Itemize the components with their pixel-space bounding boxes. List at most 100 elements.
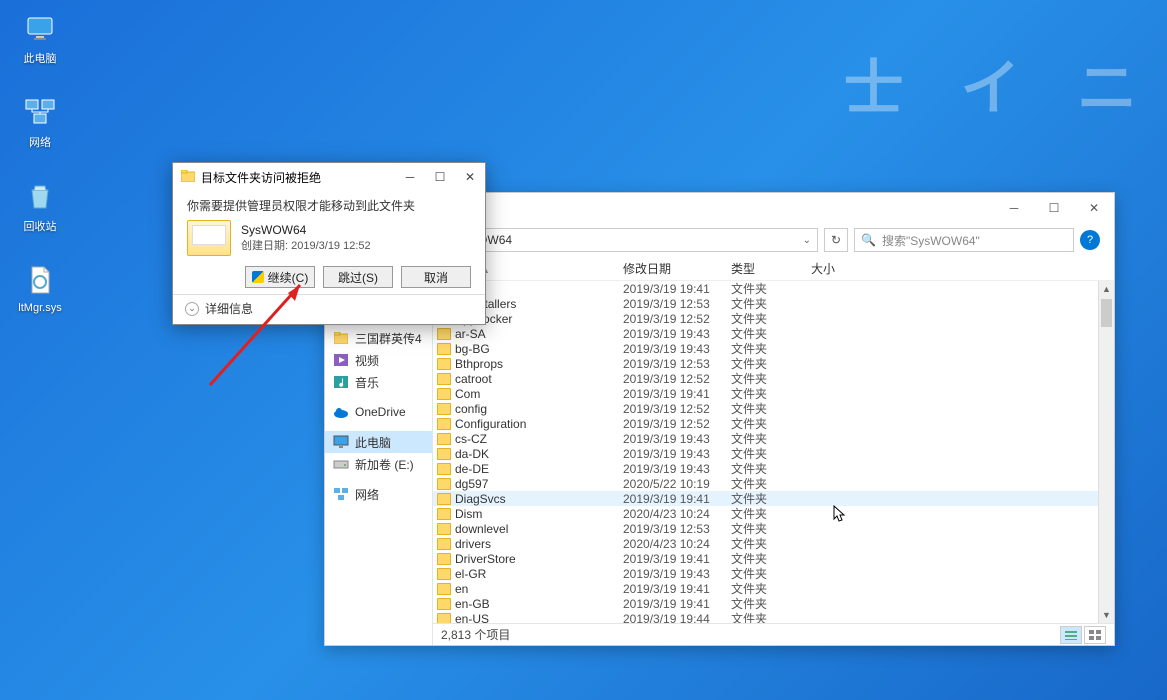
table-row[interactable]: ar-SA2019/3/19 19:43文件夹 [433,326,1114,341]
file-name: config [455,402,623,416]
file-name: en-US [455,612,623,624]
chevron-down-icon[interactable]: ⌄ [803,235,811,246]
search-icon: 🔍 [861,233,876,247]
table-row[interactable]: en-US2019/3/19 19:44文件夹 [433,611,1114,623]
view-details-button[interactable] [1060,626,1082,644]
table-row[interactable]: en-GB2019/3/19 19:41文件夹 [433,596,1114,611]
file-date: 2019/3/19 12:52 [623,417,731,431]
table-row[interactable]: edInstallers2019/3/19 12:53文件夹 [433,296,1114,311]
folder-icon [437,403,451,415]
minimize-button[interactable]: ─ [395,165,425,189]
more-details-toggle[interactable]: ⌄ 详细信息 [173,294,485,322]
table-row[interactable]: da-DK2019/3/19 19:43文件夹 [433,446,1114,461]
table-row[interactable]: Dism2020/4/23 10:24文件夹 [433,506,1114,521]
table-row[interactable]: de-DE2019/3/19 19:43文件夹 [433,461,1114,476]
file-name: Dism [455,507,623,521]
scrollbar[interactable]: ▲ ▼ [1098,281,1114,623]
table-row[interactable]: Com2019/3/19 19:41文件夹 [433,386,1114,401]
col-size[interactable]: 大小 [811,260,871,277]
file-date: 2019/3/19 19:43 [623,447,731,461]
dialog-titlebar[interactable]: 目标文件夹访问被拒绝 ─ ☐ ✕ [173,163,485,191]
table-row[interactable]: Bthprops2019/3/19 12:53文件夹 [433,356,1114,371]
desktop-icon-computer[interactable]: 此电脑 [8,10,72,66]
sidebar-item[interactable]: 视频 [325,349,432,371]
file-name: da-DK [455,447,623,461]
help-button[interactable]: ? [1080,230,1100,250]
table-row[interactable]: Configuration2019/3/19 12:52文件夹 [433,416,1114,431]
file-date: 2019/3/19 12:53 [623,522,731,536]
label: 回收站 [24,218,57,234]
sidebar-item[interactable]: 三国群英传4 [325,327,432,349]
col-type[interactable]: 类型 [731,260,811,277]
table-row[interactable]: downlevel2019/3/19 12:53文件夹 [433,521,1114,536]
table-row[interactable]: bg-BG2019/3/19 19:43文件夹 [433,341,1114,356]
recycle-icon [22,178,58,214]
sidebar-item[interactable]: OneDrive [325,401,432,423]
table-row[interactable]: config2019/3/19 12:52文件夹 [433,401,1114,416]
sidebar-label: 视频 [355,352,379,369]
file-date: 2019/3/19 12:53 [623,297,731,311]
folder-date: 创建日期: 2019/3/19 12:52 [241,237,371,253]
folder-icon [333,352,349,368]
file-name: ar-SA [455,327,623,341]
file-name: de-DE [455,462,623,476]
table-row[interactable]: DriverStore2019/3/19 19:41文件夹 [433,551,1114,566]
close-button[interactable]: ✕ [455,165,485,189]
file-name: el-GR [455,567,623,581]
cancel-button[interactable]: 取消 [401,266,471,288]
file-date: 2019/3/19 12:52 [623,402,731,416]
file-date: 2019/3/19 19:41 [623,387,731,401]
file-date: 2020/4/23 10:24 [623,537,731,551]
chevron-down-icon: ⌄ [185,302,199,316]
folder-icon [437,613,451,624]
folder-icon [437,373,451,385]
table-row[interactable]: drivers2020/4/23 10:24文件夹 [433,536,1114,551]
table-row[interactable]: cs-CZ2019/3/19 19:43文件夹 [433,431,1114,446]
folder-icon [437,598,451,610]
file-name: en [455,582,623,596]
skip-button[interactable]: 跳过(S) [323,266,393,288]
file-type: 文件夹 [731,610,811,623]
table-row[interactable]: DiagSvcs2019/3/19 19:41文件夹 [433,491,1114,506]
search-input[interactable]: 🔍 搜索"SysWOW64" [854,228,1074,252]
sidebar-item[interactable]: 新加卷 (E:) [325,453,432,475]
folder-icon [437,568,451,580]
maximize-button[interactable]: ☐ [425,165,455,189]
table-row[interactable]: AppLocker2019/3/19 12:52文件夹 [433,311,1114,326]
scroll-thumb[interactable] [1101,299,1112,327]
minimize-button[interactable]: ─ [994,194,1034,222]
folder-icon [437,388,451,400]
folder-icon [333,434,349,450]
table-row[interactable]: dg5972020/5/22 10:19文件夹 [433,476,1114,491]
continue-button[interactable]: 继续(C) [245,266,315,288]
file-date: 2019/3/19 19:44 [623,612,731,624]
file-list[interactable]: 2019/3/19 19:41 文件夹 edInstallers2019/3/1… [433,281,1114,623]
col-date[interactable]: 修改日期 [623,260,731,277]
file-name: Com [455,387,623,401]
sidebar-item[interactable]: 音乐 [325,371,432,393]
file-name: downlevel [455,522,623,536]
file-date: 2019/3/19 19:43 [623,432,731,446]
table-row[interactable]: 2019/3/19 19:41 文件夹 [433,281,1114,296]
folder-icon [437,343,451,355]
desktop-icon-network[interactable]: 网络 [8,94,72,150]
scroll-up-icon[interactable]: ▲ [1099,281,1114,297]
table-row[interactable]: el-GR2019/3/19 19:43文件夹 [433,566,1114,581]
file-date: 2019/3/19 12:52 [623,312,731,326]
desktop-icon-file[interactable]: ltMgr.sys [8,262,72,314]
sidebar-label: 音乐 [355,374,379,391]
sidebar-item[interactable]: 网络 [325,483,432,505]
view-icons-button[interactable] [1084,626,1106,644]
sidebar-item[interactable]: 此电脑 [325,431,432,453]
sidebar-label: OneDrive [355,405,406,419]
table-row[interactable]: en2019/3/19 19:41文件夹 [433,581,1114,596]
maximize-button[interactable]: ☐ [1034,194,1074,222]
refresh-button[interactable]: ↻ [824,228,848,252]
scroll-down-icon[interactable]: ▼ [1099,607,1114,623]
close-button[interactable]: ✕ [1074,194,1114,222]
desktop-icon-recycle[interactable]: 回收站 [8,178,72,234]
folder-icon [437,493,451,505]
status-bar: 2,813 个项目 [433,623,1114,645]
table-row[interactable]: catroot2019/3/19 12:52文件夹 [433,371,1114,386]
folder-icon [333,404,349,420]
